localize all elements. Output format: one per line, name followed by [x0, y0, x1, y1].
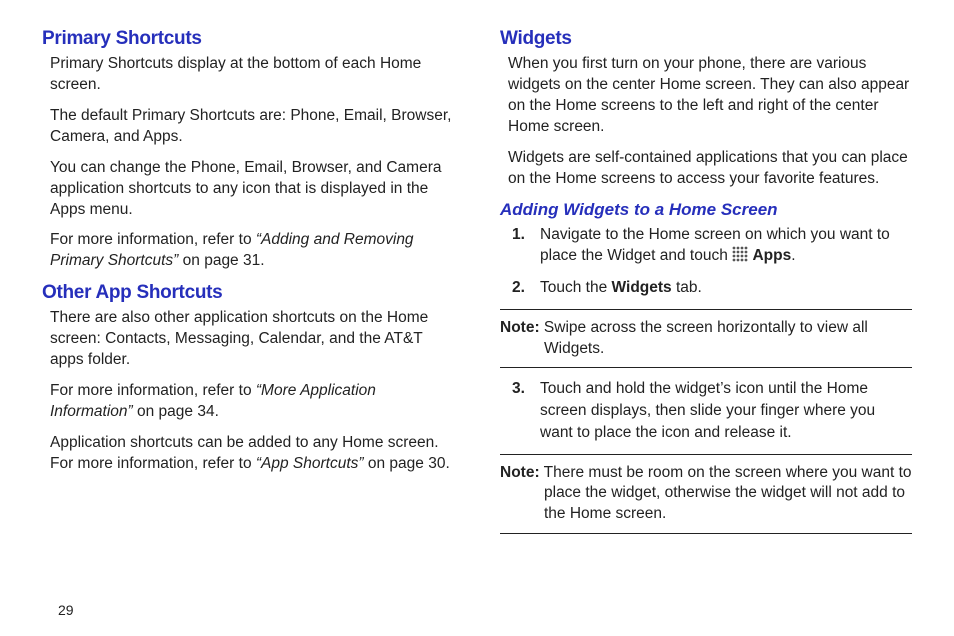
para: Application shortcuts can be added to an… [50, 433, 454, 475]
heading-widgets: Widgets [500, 28, 912, 50]
para: The default Primary Shortcuts are: Phone… [50, 106, 454, 148]
step-number: 3. [512, 378, 525, 400]
text: tab. [672, 279, 702, 296]
text: For more information, refer to [50, 231, 256, 248]
text: For more information, refer to [50, 382, 256, 399]
para: For more information, refer to “Adding a… [50, 230, 454, 272]
text: . [791, 247, 795, 264]
step-item: 3. Touch and hold the widget’s icon unti… [512, 378, 912, 443]
left-column: Primary Shortcuts Primary Shortcuts disp… [42, 28, 454, 596]
note-text: Note: Swipe across the screen horizontal… [500, 318, 912, 360]
text: There must be room on the screen where y… [540, 464, 912, 523]
note-block: Note: There must be room on the screen w… [500, 454, 912, 535]
text: on page 34. [133, 403, 219, 420]
para: There are also other application shortcu… [50, 308, 454, 371]
steps-list: 1. Navigate to the Home screen on which … [512, 224, 912, 299]
text: Touch the [540, 279, 612, 296]
heading-other-app-shortcuts: Other App Shortcuts [42, 282, 454, 304]
text: Swipe across the screen horizontally to … [540, 319, 868, 357]
text: on page 30. [364, 455, 450, 472]
text: Navigate to the Home screen on which you… [540, 226, 890, 265]
steps-list: 3. Touch and hold the widget’s icon unti… [512, 378, 912, 443]
step-number: 1. [512, 224, 525, 246]
heading-primary-shortcuts: Primary Shortcuts [42, 28, 454, 50]
widgets-tab-label: Widgets [612, 279, 672, 296]
page-number: 29 [42, 596, 912, 618]
text: on page 31. [178, 252, 264, 269]
reference-link: “App Shortcuts” [256, 455, 364, 472]
para: For more information, refer to “More App… [50, 381, 454, 423]
para: When you first turn on your phone, there… [508, 54, 912, 138]
right-column: Widgets When you first turn on your phon… [500, 28, 912, 596]
para: Widgets are self-contained applications … [508, 148, 912, 190]
note-text: Note: There must be room on the screen w… [500, 463, 912, 526]
step-item: 1. Navigate to the Home screen on which … [512, 224, 912, 267]
content-columns: Primary Shortcuts Primary Shortcuts disp… [42, 28, 912, 596]
step-item: 2. Touch the Widgets tab. [512, 277, 912, 299]
heading-adding-widgets: Adding Widgets to a Home Screen [500, 200, 912, 220]
text: Touch and hold the widget’s icon until t… [540, 380, 875, 440]
note-label: Note: [500, 319, 540, 336]
note-label: Note: [500, 464, 540, 481]
apps-label: Apps [752, 247, 791, 264]
apps-grid-icon [732, 246, 748, 262]
note-block: Note: Swipe across the screen horizontal… [500, 309, 912, 369]
para: Primary Shortcuts display at the bottom … [50, 54, 454, 96]
para: You can change the Phone, Email, Browser… [50, 158, 454, 221]
step-number: 2. [512, 277, 525, 299]
